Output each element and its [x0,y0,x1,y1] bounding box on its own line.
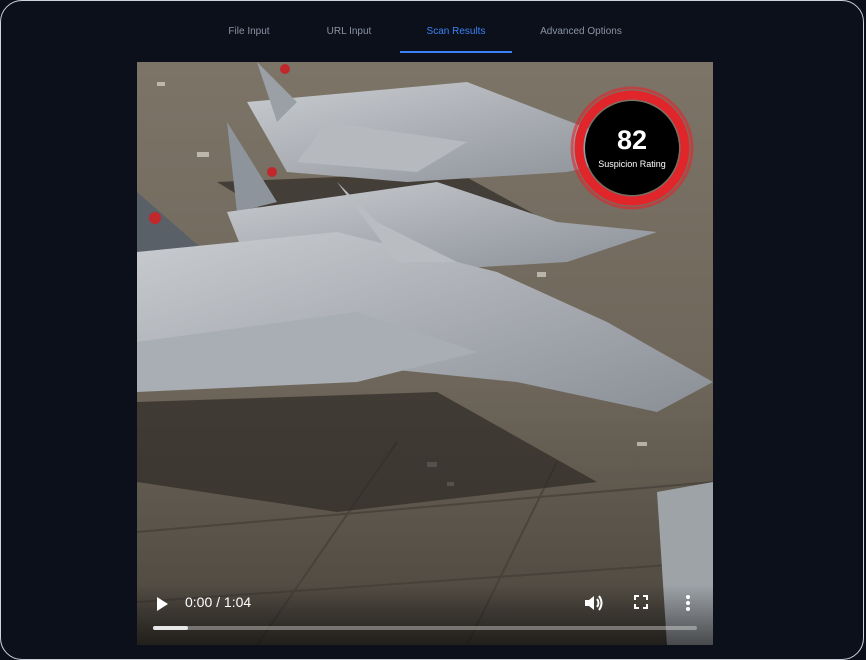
suspicion-score: 82 [616,125,648,155]
tab-url-input[interactable]: URL Input [314,15,384,53]
video-controls: 0:00 / 1:04 [137,585,713,645]
fullscreen-icon[interactable] [634,595,648,614]
tab-scan-results[interactable]: Scan Results [400,15,512,53]
video-progress-fill [153,626,189,630]
time-display: 0:00 / 1:04 [185,594,252,610]
suspicion-gauge: 82 Suspicion Rating [569,85,695,211]
more-options-icon[interactable] [685,594,691,617]
tab-advanced-options[interactable]: Advanced Options [527,15,635,53]
volume-icon[interactable] [584,594,604,617]
tab-file-input[interactable]: File Input [214,15,284,53]
video-player[interactable]: 82 Suspicion Rating 0:00 / 1:04 [137,62,713,645]
results-panel: File Input URL Input Scan Results Advanc… [0,0,864,660]
video-progress-bar[interactable] [153,626,697,630]
play-icon[interactable] [155,596,169,617]
suspicion-label: Suspicion Rating [598,159,666,169]
tab-bar: File Input URL Input Scan Results Advanc… [1,15,866,53]
